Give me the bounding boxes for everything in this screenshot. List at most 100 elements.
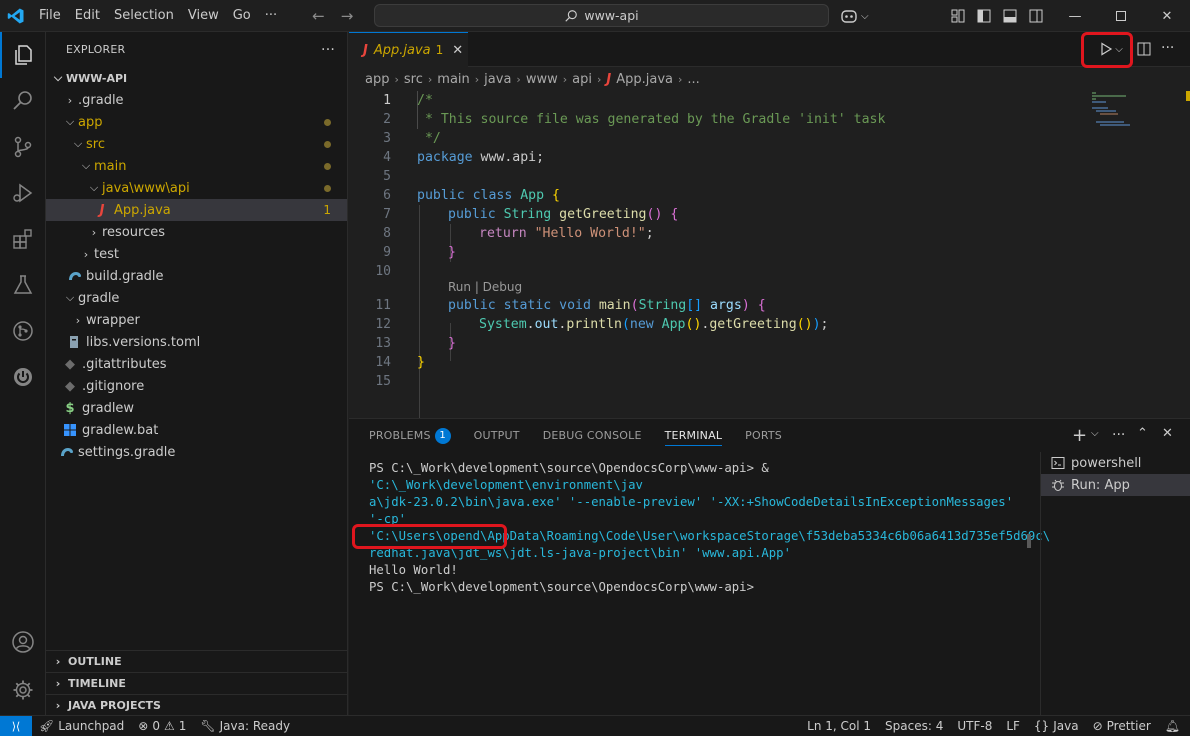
search-activity[interactable] [0, 78, 46, 124]
tree-item-gradle-folder[interactable]: › .gradle [46, 89, 347, 111]
code-line-12: 12 System.out.println(new App().getGreet… [349, 315, 1089, 334]
tree-item-build-gradle[interactable]: build.gradle [46, 265, 347, 287]
run-debug-activity[interactable] [0, 170, 46, 216]
timeline-section[interactable]: › TIMELINE [46, 672, 347, 694]
copilot-button[interactable]: ⌵ [840, 0, 869, 32]
explorer-activity[interactable] [0, 32, 46, 78]
breadcrumb-item[interactable]: main [437, 72, 469, 87]
tree-item-test[interactable]: › test [46, 243, 347, 265]
back-arrow-icon[interactable]: ← [304, 7, 333, 25]
breadcrumb-item[interactable]: www [526, 72, 558, 87]
menu-selection[interactable]: Selection [107, 0, 181, 32]
tree-item-app[interactable]: ⌵ app [46, 111, 347, 133]
terminal-item-powershell[interactable]: powershell [1041, 452, 1190, 474]
tree-item-label: .gitignore [82, 378, 145, 394]
tree-item-main[interactable]: ⌵ main [46, 155, 347, 177]
tree-item-wrapper[interactable]: › wrapper [46, 309, 347, 331]
tree-item-libs-versions-toml[interactable]: libs.versions.toml [46, 331, 347, 353]
more-actions-icon[interactable]: ··· [1112, 427, 1125, 443]
code-token: new [629, 317, 654, 332]
tab-problems[interactable]: PROBLEMS 1 [369, 419, 463, 452]
breadcrumb-item[interactable]: src [404, 72, 423, 87]
menu-more[interactable]: ··· [258, 0, 284, 32]
maximize-button[interactable] [1098, 0, 1144, 32]
terminal-prompt: PS C:\_Work\development\source\OpendocsC… [369, 461, 754, 475]
code-text: } [448, 336, 456, 351]
command-center-search[interactable]: www-api [374, 4, 829, 27]
accounts-activity[interactable] [0, 619, 46, 665]
chevron-down-icon[interactable]: ⌵ [1091, 428, 1099, 439]
minimap[interactable] [1090, 91, 1190, 131]
spring-boot-activity[interactable] [0, 354, 46, 400]
tree-root-www-api[interactable]: ⌵ WWW-API [46, 67, 347, 89]
breadcrumb-item[interactable]: java [484, 72, 511, 87]
problems-status[interactable]: ⊗ 0 ⚠︎ 1 [131, 719, 193, 733]
tree-item-gradle[interactable]: ⌵ gradle [46, 287, 347, 309]
warning-icon: ⚠︎ [163, 719, 175, 733]
tree-item-resources[interactable]: › resources [46, 221, 347, 243]
gitlens-activity[interactable] [0, 308, 46, 354]
breadcrumb-item[interactable]: api [572, 72, 592, 87]
breadcrumb-item[interactable]: App.java [616, 72, 673, 87]
manage-activity[interactable] [0, 667, 46, 713]
close-panel-icon[interactable]: ✕ [1162, 426, 1173, 441]
minimize-icon: — [1068, 8, 1082, 24]
customize-layout-icon[interactable] [950, 8, 966, 24]
notifications-button[interactable]: 🔔︎ [1158, 719, 1190, 733]
more-actions-icon[interactable]: ··· [321, 42, 335, 58]
tree-item-app-java[interactable]: J App.java 1 [46, 199, 347, 221]
source-control-activity[interactable] [0, 124, 46, 170]
tree-item-java-www-api[interactable]: ⌵ java\www\api [46, 177, 347, 199]
indentation[interactable]: Spaces: 4 [878, 719, 950, 733]
tree-item-gradlew[interactable]: $ gradlew [46, 397, 347, 419]
remote-button[interactable]: ⟩⟨ [0, 715, 32, 736]
modified-dot-icon [324, 140, 331, 148]
tab-debug-console[interactable]: DEBUG CONSOLE [543, 419, 654, 452]
tab-ports[interactable]: PORTS [745, 419, 794, 452]
close-window-button[interactable]: ✕ [1144, 0, 1190, 32]
tab-terminal[interactable]: TERMINAL [664, 419, 735, 452]
prettier-status[interactable]: ⊘ Prettier [1086, 719, 1158, 733]
tree-item-gitignore[interactable]: ◆ .gitignore [46, 375, 347, 397]
terminal-item-run-app[interactable]: Run: App [1041, 474, 1190, 496]
tree-item-gitattributes[interactable]: ◆ .gitattributes [46, 353, 347, 375]
tree-item-gradlew-bat[interactable]: gradlew.bat [46, 419, 347, 441]
explorer-sidebar: EXPLORER ··· ⌵ WWW-API › .gradle ⌵ app ⌵… [46, 32, 348, 715]
menu-go[interactable]: Go [226, 0, 258, 32]
java-status[interactable]: 🔧︎ Java: Ready [193, 719, 297, 733]
new-terminal-icon[interactable]: + [1072, 425, 1087, 446]
close-icon: ✕ [1161, 8, 1173, 24]
tree-item-src[interactable]: ⌵ src [46, 133, 347, 155]
menu-view[interactable]: View [181, 0, 226, 32]
tab-output[interactable]: OUTPUT [474, 419, 532, 452]
encoding[interactable]: UTF-8 [950, 719, 999, 733]
toggle-primary-sidebar-icon[interactable] [976, 8, 992, 24]
language-mode[interactable]: {} Java [1027, 719, 1086, 733]
end-of-line[interactable]: LF [999, 719, 1027, 733]
tab-app-java[interactable]: J App.java 1 ✕ [349, 32, 468, 67]
cursor-position[interactable]: Ln 1, Col 1 [800, 719, 878, 733]
search-text: www-api [584, 8, 639, 23]
testing-activity[interactable] [0, 262, 46, 308]
more-actions-icon[interactable]: ··· [1161, 40, 1174, 56]
minimize-button[interactable]: — [1052, 0, 1098, 32]
terminal-scrollbar[interactable] [1027, 534, 1031, 548]
java-projects-section[interactable]: › JAVA PROJECTS [46, 694, 347, 716]
tab-problem-count: 1 [435, 43, 444, 57]
close-tab-icon[interactable]: ✕ [452, 43, 463, 58]
maximize-panel-icon[interactable]: ⌃ [1137, 426, 1148, 441]
forward-arrow-icon[interactable]: → [333, 7, 362, 25]
toggle-panel-icon[interactable] [1002, 8, 1018, 24]
tree-item-settings-gradle[interactable]: settings.gradle [46, 441, 347, 463]
run-debug-codelens[interactable]: Run | Debug [448, 280, 522, 294]
menu-file[interactable]: File [32, 0, 68, 32]
breadcrumb-item[interactable]: ... [687, 72, 699, 87]
split-editor-icon[interactable] [1137, 42, 1151, 56]
outline-section[interactable]: › OUTLINE [46, 650, 347, 672]
toggle-secondary-sidebar-icon[interactable] [1028, 8, 1044, 24]
launchpad-item[interactable]: 🚀︎ Launchpad [32, 719, 131, 733]
code-editor[interactable]: 1 /* 2 * This source file was generated … [349, 91, 1190, 452]
breadcrumb-item[interactable]: app [365, 72, 389, 87]
menu-edit[interactable]: Edit [68, 0, 107, 32]
extensions-activity[interactable] [0, 216, 46, 262]
